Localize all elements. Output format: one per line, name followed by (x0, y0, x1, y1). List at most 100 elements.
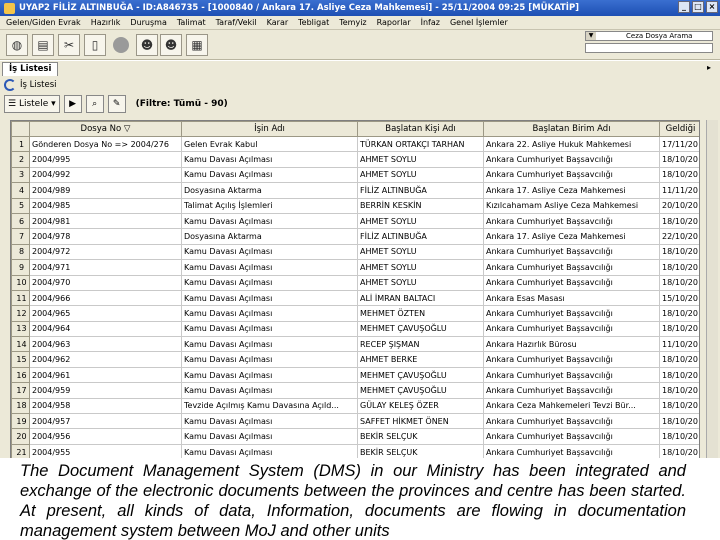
table-row[interactable]: 7 2004/978 Dosyasına Aktarma FİLİZ ALTINBUĞ… (11, 228, 699, 245)
clipboard-icon[interactable]: ▯ (84, 34, 106, 56)
people2-icon[interactable]: ☻ (160, 34, 182, 56)
app-icon (4, 2, 15, 14)
table-row[interactable]: 4 2004/989 Dosyasına Aktarma FİLİZ ALTINBUĞ… (11, 182, 699, 199)
cell-baslatan-birim: Ankara Cumhuriyet Başsavcılığı (483, 274, 660, 291)
menu-gelen-giden-evrak[interactable]: Gelen/Giden Evrak (6, 18, 81, 27)
table-row[interactable]: 5 2004/985 Talimat Açılış İşlemleri BERRİN … (11, 197, 699, 214)
search-combo[interactable]: ▼ Ceza Dosya Arama (585, 31, 713, 41)
search-combo-label: Ceza Dosya Arama (626, 32, 693, 40)
col-header-baslatan-kisi[interactable]: Başlatan Kişi Adı (357, 121, 484, 137)
table-row[interactable]: 16 2004/961 Kamu Davası Açılması MEHMET ÇAV… (11, 366, 699, 384)
cell-dosya-no: 2004/966 (29, 289, 182, 307)
scissors-icon[interactable]: ✂ (58, 34, 80, 56)
search-input[interactable] (585, 43, 713, 53)
cell-isin-adi: Kamu Davası Açılması (181, 212, 358, 230)
cell-baslatan-birim: Ankara Cumhuriyet Başsavcılığı (483, 413, 660, 430)
cell-baslatan-kisi: FİLİZ ALTINBUĞA (357, 182, 484, 199)
menu-bar: Gelen/Giden Evrak Hazırlık Duruşma Talim… (0, 16, 720, 30)
grid-icon[interactable]: ▦ (186, 34, 208, 56)
tab-is-listesi[interactable]: İş Listesi (2, 62, 59, 76)
cell-isin-adi: Kamu Davası Açılması (181, 151, 358, 168)
table-row[interactable]: 8 2004/972 Kamu Davası Açılması AHMET SOYLU… (11, 243, 699, 261)
cell-isin-adi: Kamu Davası Açılması (181, 382, 358, 399)
table-row[interactable]: 2 2004/995 Kamu Davası Açılması AHMET SOYLU… (11, 151, 699, 168)
table-row[interactable]: 1 Gönderen Dosya No => 2004/276 Gelen Evra… (11, 135, 699, 153)
menu-tebligat[interactable]: Tebligat (298, 18, 329, 27)
table-row[interactable]: 6 2004/981 Kamu Davası Açılması AHMET SOYLU… (11, 212, 699, 230)
document-icon[interactable]: ▤ (32, 34, 54, 56)
cell-baslatan-kisi: BERRİN KESKİN (357, 197, 484, 214)
menu-temyiz[interactable]: Temyiz (339, 18, 366, 27)
cell-baslatan-birim: Kızılcahamam Asliye Ceza Mahkemesi (483, 197, 660, 214)
cell-dosya-no: 2004/985 (29, 197, 182, 214)
cell-baslatan-birim: Ankara Esas Masası (483, 289, 660, 307)
cell-isin-adi: Kamu Davası Açılması (181, 305, 358, 322)
cell-dosya-no: 2004/957 (29, 413, 182, 430)
menu-taraf-vekil[interactable]: Taraf/Vekil (216, 18, 257, 27)
col-header-geldigi[interactable]: Geldiği (659, 121, 699, 137)
table-row[interactable]: 3 2004/992 Kamu Davası Açılması AHMET SOYLU… (11, 166, 699, 184)
stop-icon[interactable] (110, 34, 132, 56)
cell-geldigi: 18/10/20 (659, 382, 699, 399)
globe-icon[interactable]: ◍ (6, 34, 28, 56)
menu-karar[interactable]: Karar (267, 18, 289, 27)
close-button[interactable]: × (706, 1, 718, 13)
table-row[interactable]: 18 2004/958 Tevzide Açılmış Kamu Davasına … (11, 397, 699, 415)
menu-hazirlik[interactable]: Hazırlık (91, 18, 121, 27)
cell-row-number: 9 (11, 259, 30, 276)
panel-header: İş Listesi (4, 78, 57, 92)
table-row[interactable]: 14 2004/963 Kamu Davası Açılması RECEP ŞIŞM… (11, 336, 699, 353)
minimize-button[interactable]: _ (678, 1, 690, 13)
cell-row-number: 6 (11, 212, 30, 230)
cell-baslatan-birim: Ankara Cumhuriyet Başsavcılığı (483, 428, 660, 445)
table-row[interactable]: 11 2004/966 Kamu Davası Açılması ALİ İMRAN … (11, 289, 699, 307)
table-row[interactable]: 15 2004/962 Kamu Davası Açılması AHMET BERK… (11, 351, 699, 368)
cell-baslatan-kisi: MEHMET ÇAVUŞOĞLU (357, 320, 484, 338)
vertical-scrollbar[interactable] (706, 120, 718, 466)
cell-row-number: 17 (11, 382, 30, 399)
cell-isin-adi: Dosyasına Aktarma (181, 182, 358, 199)
col-header-baslatan-birim[interactable]: Başlatan Birim Adı (483, 121, 660, 137)
window-title: UYAP2 FİLİZ ALTINBUĞA - ID:A846735 - [10… (19, 3, 580, 13)
col-header-isin-adi[interactable]: İşin Adı (181, 121, 358, 137)
refresh-icon[interactable] (4, 79, 16, 91)
menu-durusma[interactable]: Duruşma (130, 18, 166, 27)
maximize-button[interactable]: □ (692, 1, 704, 13)
cell-row-number: 7 (11, 228, 30, 245)
list-toolbar: ☰ Listele ▾ ▶ ⌕ ✎ (Filtre: Tümü - 90) (4, 94, 709, 114)
table-row[interactable]: 12 2004/965 Kamu Davası Açılması MEHMET ÖZT… (11, 305, 699, 322)
chevron-right-icon[interactable]: ▸ (707, 63, 717, 74)
table-row[interactable]: 13 2004/964 Kamu Davası Açılması MEHMET ÇAV… (11, 320, 699, 338)
menu-genel-islemler[interactable]: Genel İşlemler (450, 18, 508, 27)
cell-row-number: 3 (11, 166, 30, 184)
main-toolbar: ◍ ▤ ✂ ▯ ☻ ☻ ▦ ▼ Ceza Dosya Arama (0, 30, 720, 60)
col-header-dosya-no[interactable]: Dosya No ▽ (29, 121, 182, 137)
cell-baslatan-kisi: BEKİR SELÇUK (357, 428, 484, 445)
play-button[interactable]: ▶ (63, 95, 82, 113)
menu-infaz[interactable]: İnfaz (421, 18, 440, 27)
cell-geldigi: 18/10/20 (659, 305, 699, 322)
table-row[interactable]: 10 2004/970 Kamu Davası Açılması AHMET SOYL… (11, 274, 699, 291)
cell-baslatan-kisi: AHMET SOYLU (357, 259, 484, 276)
cell-dosya-no: 2004/970 (29, 274, 182, 291)
cell-geldigi: 18/10/20 (659, 428, 699, 445)
menu-talimat[interactable]: Talimat (177, 18, 206, 27)
dropdown-arrow-icon[interactable]: ▼ (586, 32, 596, 40)
cell-geldigi: 18/10/20 (659, 151, 699, 168)
table-row[interactable]: 17 2004/959 Kamu Davası Açılması MEHMET ÇAV… (11, 382, 699, 399)
cell-baslatan-kisi: AHMET SOYLU (357, 151, 484, 168)
cell-baslatan-kisi: MEHMET ÇAVUŞOĞLU (357, 382, 484, 399)
table-row[interactable]: 9 2004/971 Kamu Davası Açılması AHMET SOYLU… (11, 259, 699, 276)
list-button[interactable]: ☰ Listele ▾ (4, 95, 60, 113)
cell-baslatan-birim: Ankara Cumhuriyet Başsavcılığı (483, 243, 660, 261)
people-icon[interactable]: ☻ (136, 34, 158, 56)
search-button[interactable]: ⌕ (85, 95, 104, 113)
work-list-table: Dosya No ▽ İşin Adı Başlatan Kişi Adı Ba… (10, 120, 700, 466)
cell-row-number: 10 (11, 274, 30, 291)
menu-raporlar[interactable]: Raporlar (377, 18, 411, 27)
cell-isin-adi: Dosyasına Aktarma (181, 228, 358, 245)
edit-button[interactable]: ✎ (107, 95, 126, 113)
cell-isin-adi: Kamu Davası Açılması (181, 243, 358, 261)
table-row[interactable]: 20 2004/956 Kamu Davası Açılması BEKİR SELÇ… (11, 428, 699, 445)
table-row[interactable]: 19 2004/957 Kamu Davası Açılması SAFFET HİK… (11, 413, 699, 430)
